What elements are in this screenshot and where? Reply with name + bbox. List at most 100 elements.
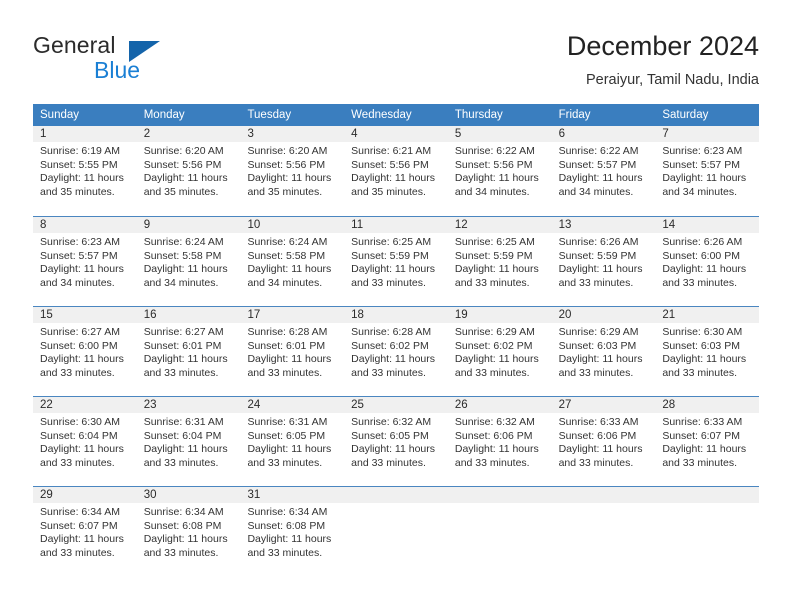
title-block: December 2024 Peraiyur, Tamil Nadu, Indi… xyxy=(567,30,759,90)
daylight-text-line2: and 33 minutes. xyxy=(351,276,426,289)
sunrise-text: Sunrise: 6:29 AM xyxy=(558,326,639,338)
weekday-header-wednesday: Wednesday xyxy=(351,109,412,121)
day-number xyxy=(655,487,760,503)
page-title: December 2024 xyxy=(566,31,759,61)
sunset-text: Sunset: 6:01 PM xyxy=(143,339,222,352)
day-details: Sunrise: 6:32 AM Sunset: 6:05 PM Daylight:… xyxy=(344,413,448,470)
sunset-text: Sunset: 5:56 PM xyxy=(247,158,326,171)
daylight-text-line2: and 34 minutes. xyxy=(40,276,115,289)
daylight-text-line1: Daylight: 11 hours xyxy=(40,263,124,276)
day-number: 27 xyxy=(551,397,656,413)
day-number: 24 xyxy=(240,397,345,413)
general-blue-logo[interactable]: General Blue xyxy=(33,34,213,86)
calendar-day-cell[interactable]: 27 Sunrise: 6:33 AM Sunset: 6:06 PM Dayligh… xyxy=(551,397,656,486)
sunset-text: Sunset: 5:59 PM xyxy=(351,249,429,262)
calendar-day-cell[interactable]: 29 Sunrise: 6:34 AM Sunset: 6:07 PM Dayligh… xyxy=(33,487,137,576)
calendar-day-cell[interactable]: 4 Sunrise: 6:21 AM Sunset: 5:56 PM Daylight… xyxy=(344,126,448,216)
calendar-day-cell[interactable]: 23 Sunrise: 6:31 AM Sunset: 6:04 PM Dayligh… xyxy=(136,397,241,486)
sunset-text: Sunset: 5:58 PM xyxy=(247,249,326,262)
calendar-day-cell[interactable]: 6 Sunrise: 6:22 AM Sunset: 5:57 PM Daylight… xyxy=(551,126,656,216)
calendar-day-cell[interactable]: 10 Sunrise: 6:24 AM Sunset: 5:58 PM Dayligh… xyxy=(240,217,345,306)
sunrise-text: Sunrise: 6:34 AM xyxy=(143,506,224,518)
day-number: 16 xyxy=(136,307,241,323)
calendar-day-cell[interactable]: 21 Sunrise: 6:30 AM Sunset: 6:03 PM Dayligh… xyxy=(655,307,760,396)
sunrise-text: Sunrise: 6:30 AM xyxy=(40,416,120,428)
day-number: 19 xyxy=(447,307,552,323)
sunrise-text: Sunrise: 6:30 AM xyxy=(662,326,743,338)
sunrise-text: Sunrise: 6:24 AM xyxy=(143,236,224,248)
day-details: Sunrise: 6:26 AM Sunset: 5:59 PM Daylight:… xyxy=(552,233,656,290)
calendar-day-cell[interactable]: 2 Sunrise: 6:20 AM Sunset: 5:56 PM Daylight… xyxy=(136,126,241,216)
sunrise-text: Sunrise: 6:28 AM xyxy=(351,326,432,338)
sunrise-text: Sunrise: 6:27 AM xyxy=(40,326,120,338)
logo-text-general: General xyxy=(33,32,116,58)
sunrise-text: Sunrise: 6:26 AM xyxy=(558,236,639,248)
calendar-day-cell[interactable]: 17 Sunrise: 6:28 AM Sunset: 6:01 PM Dayligh… xyxy=(240,307,345,396)
calendar-day-cell[interactable]: 22 Sunrise: 6:30 AM Sunset: 6:04 PM Dayligh… xyxy=(33,397,137,486)
sunrise-text: Sunrise: 6:31 AM xyxy=(143,416,224,428)
daylight-text-line2: and 33 minutes. xyxy=(454,276,530,289)
daylight-text-line2: and 33 minutes. xyxy=(558,456,634,469)
sunset-text: Sunset: 6:01 PM xyxy=(247,339,326,352)
day-number: 17 xyxy=(240,307,345,323)
daylight-text-line2: and 33 minutes. xyxy=(40,456,115,469)
calendar-day-cell[interactable]: 16 Sunrise: 6:27 AM Sunset: 6:01 PM Dayligh… xyxy=(136,307,241,396)
sunrise-text: Sunrise: 6:28 AM xyxy=(247,326,328,338)
calendar-day-cell[interactable]: 20 Sunrise: 6:29 AM Sunset: 6:03 PM Dayligh… xyxy=(551,307,656,396)
calendar-day-cell[interactable]: 15 Sunrise: 6:27 AM Sunset: 6:00 PM Dayligh… xyxy=(33,307,137,396)
daylight-text-line1: Daylight: 11 hours xyxy=(351,443,436,456)
day-number: 25 xyxy=(344,397,448,413)
calendar-day-cell[interactable]: 3 Sunrise: 6:20 AM Sunset: 5:56 PM Daylight… xyxy=(240,126,345,216)
calendar-day-cell[interactable]: 26 Sunrise: 6:32 AM Sunset: 6:06 PM Dayligh… xyxy=(447,397,552,486)
daylight-text-line2: and 33 minutes. xyxy=(454,366,530,379)
calendar-day-cell[interactable]: 18 Sunrise: 6:28 AM Sunset: 6:02 PM Dayligh… xyxy=(344,307,448,396)
day-number: 3 xyxy=(240,126,345,142)
daylight-text-line1: Daylight: 11 hours xyxy=(662,263,747,276)
daylight-text-line2: and 33 minutes. xyxy=(247,546,323,559)
daylight-text-line1: Daylight: 11 hours xyxy=(454,443,539,456)
calendar-day-cell[interactable]: 9 Sunrise: 6:24 AM Sunset: 5:58 PM Daylight… xyxy=(136,217,241,306)
calendar-day-cell[interactable]: 14 Sunrise: 6:26 AM Sunset: 6:00 PM Dayligh… xyxy=(655,217,760,306)
day-number: 1 xyxy=(33,126,137,142)
calendar-day-cell[interactable]: 30 Sunrise: 6:34 AM Sunset: 6:08 PM Dayligh… xyxy=(136,487,241,576)
weekday-header-row: Sunday Monday Tuesday Wednesday Thursday… xyxy=(33,104,759,126)
day-number: 10 xyxy=(240,217,345,233)
sunrise-text: Sunrise: 6:20 AM xyxy=(143,145,224,157)
sunset-text: Sunset: 5:57 PM xyxy=(558,158,637,171)
daylight-text-line2: and 34 minutes. xyxy=(454,185,530,198)
day-details: Sunrise: 6:23 AM Sunset: 5:57 PM Daylight:… xyxy=(33,233,137,290)
calendar-day-cell[interactable]: 13 Sunrise: 6:26 AM Sunset: 5:59 PM Dayligh… xyxy=(551,217,656,306)
daylight-text-line2: and 33 minutes. xyxy=(143,456,219,469)
daylight-text-line1: Daylight: 11 hours xyxy=(40,443,124,456)
day-details: Sunrise: 6:19 AM Sunset: 5:55 PM Daylight:… xyxy=(33,142,137,199)
calendar-day-cell[interactable]: 11 Sunrise: 6:25 AM Sunset: 5:59 PM Dayligh… xyxy=(344,217,448,306)
daylight-text-line2: and 33 minutes. xyxy=(143,366,219,379)
calendar-day-cell[interactable]: 12 Sunrise: 6:25 AM Sunset: 5:59 PM Dayligh… xyxy=(447,217,552,306)
day-details: Sunrise: 6:31 AM Sunset: 6:04 PM Daylight:… xyxy=(137,413,241,470)
sunset-text: Sunset: 6:05 PM xyxy=(247,429,326,442)
calendar-day-cell[interactable]: 28 Sunrise: 6:33 AM Sunset: 6:07 PM Dayligh… xyxy=(655,397,760,486)
daylight-text-line1: Daylight: 11 hours xyxy=(143,533,228,546)
sunrise-text: Sunrise: 6:21 AM xyxy=(351,145,432,157)
daylight-text-line2: and 33 minutes. xyxy=(558,276,634,289)
calendar-day-cell[interactable]: 8 Sunrise: 6:23 AM Sunset: 5:57 PM Daylight… xyxy=(33,217,137,306)
calendar-day-cell[interactable]: 7 Sunrise: 6:23 AM Sunset: 5:57 PM Daylight… xyxy=(655,126,760,216)
day-details: Sunrise: 6:34 AM Sunset: 6:07 PM Daylight:… xyxy=(33,503,137,560)
day-details: Sunrise: 6:28 AM Sunset: 6:01 PM Daylight:… xyxy=(240,323,344,380)
calendar-day-cell[interactable]: 5 Sunrise: 6:22 AM Sunset: 5:56 PM Daylight… xyxy=(447,126,552,216)
daylight-text-line1: Daylight: 11 hours xyxy=(454,263,539,276)
day-number: 23 xyxy=(136,397,241,413)
day-number: 22 xyxy=(33,397,137,413)
calendar-day-cell[interactable]: 24 Sunrise: 6:31 AM Sunset: 6:05 PM Dayligh… xyxy=(240,397,345,486)
daylight-text-line2: and 33 minutes. xyxy=(662,456,738,469)
calendar-day-cell[interactable]: 1 Sunrise: 6:19 AM Sunset: 5:55 PM Daylight… xyxy=(33,126,137,216)
calendar-day-cell[interactable]: 19 Sunrise: 6:29 AM Sunset: 6:02 PM Dayligh… xyxy=(447,307,552,396)
daylight-text-line1: Daylight: 11 hours xyxy=(143,353,228,366)
sunrise-text: Sunrise: 6:25 AM xyxy=(454,236,535,248)
page-header: General Blue December 2024 Peraiyur, Tam… xyxy=(0,0,792,104)
calendar-day-cell[interactable]: 31 Sunrise: 6:34 AM Sunset: 6:08 PM Dayligh… xyxy=(240,487,345,576)
sunset-text: Sunset: 5:56 PM xyxy=(454,158,533,171)
calendar-day-cell[interactable]: 25 Sunrise: 6:32 AM Sunset: 6:05 PM Dayligh… xyxy=(344,397,448,486)
daylight-text-line1: Daylight: 11 hours xyxy=(351,263,436,276)
day-details: Sunrise: 6:27 AM Sunset: 6:01 PM Daylight:… xyxy=(137,323,241,380)
